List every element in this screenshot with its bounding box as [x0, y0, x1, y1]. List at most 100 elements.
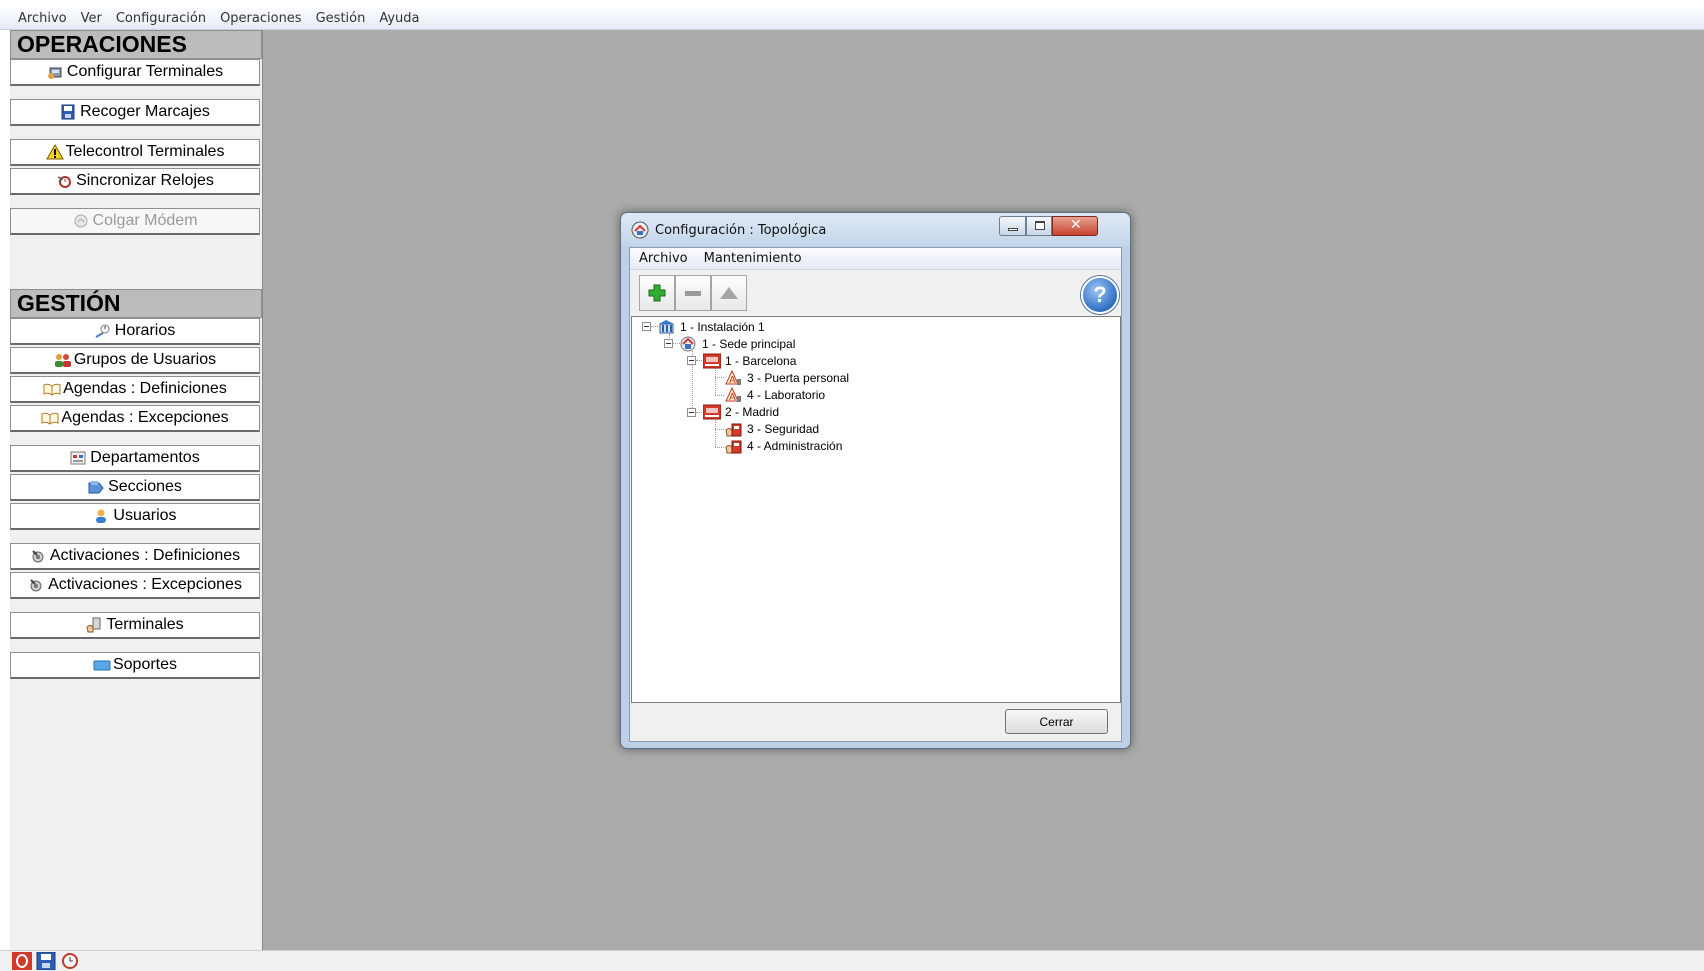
- activaciones-excepciones-button[interactable]: Activaciones : Excepciones: [10, 572, 260, 599]
- menu-operaciones[interactable]: Operaciones: [213, 11, 309, 26]
- tree-expander[interactable]: [642, 322, 651, 331]
- horarios-label: Horarios: [114, 322, 176, 339]
- tree-node-label: 4 - Administración: [747, 438, 843, 453]
- sincronizar-relojes-button[interactable]: Sincronizar Relojes: [10, 168, 260, 195]
- close-window-button[interactable]: ✕: [1052, 216, 1098, 236]
- agendas-definiciones-button[interactable]: Agendas : Definiciones: [10, 376, 260, 403]
- departamentos-button[interactable]: Departamentos: [10, 445, 260, 472]
- tree-node-instalacion[interactable]: 1 - Instalación 1: [658, 318, 765, 335]
- headquarters-icon: [680, 336, 697, 352]
- configurar-terminales-label: Configurar Terminales: [66, 63, 224, 80]
- menu-gestion[interactable]: Gestión: [309, 11, 373, 26]
- user-group-icon: [54, 352, 71, 368]
- tree-node-label: 3 - Puerta personal: [747, 370, 850, 385]
- minimize-icon: [1008, 228, 1018, 231]
- door-terminal-icon: A: [725, 386, 742, 403]
- app-window-icon: [631, 221, 649, 239]
- terminales-button[interactable]: Terminales: [10, 612, 260, 639]
- department-icon: [70, 450, 86, 466]
- tree-node-administracion[interactable]: 4 - Administración: [725, 437, 842, 454]
- configurar-terminales-button[interactable]: Configurar Terminales: [10, 59, 260, 86]
- menu-ayuda[interactable]: Ayuda: [372, 11, 426, 26]
- minimize-button[interactable]: [999, 216, 1026, 236]
- floppy-disk-icon: [60, 104, 76, 120]
- connection-status-icon: [12, 952, 32, 970]
- activaciones-excepciones-label: Activaciones : Excepciones: [48, 576, 242, 593]
- sidebar: OPERACIONES Configurar Terminales Recoge…: [10, 30, 262, 950]
- topology-config-dialog: Configuración : Topológica ✕ Archivo Man…: [620, 212, 1131, 749]
- telecontrol-terminales-button[interactable]: Telecontrol Terminales: [10, 139, 260, 166]
- secciones-label: Secciones: [108, 478, 182, 495]
- modem-icon: [73, 213, 89, 229]
- dialog-client-area: Archivo Mantenimiento ? 1 - Instalación …: [629, 247, 1122, 742]
- tree-node-sede-principal[interactable]: 1 - Sede principal: [680, 335, 795, 352]
- section-heading-operaciones: OPERACIONES: [10, 30, 262, 59]
- tree-connector: [651, 326, 658, 327]
- tree-connector: [715, 377, 724, 378]
- help-icon: ?: [1093, 282, 1107, 307]
- tree-connector: [696, 360, 702, 361]
- telecontrol-terminales-label: Telecontrol Terminales: [65, 143, 225, 160]
- tree-node-label: 1 - Sede principal: [702, 336, 796, 351]
- tree-node-label: 4 - Laboratorio: [747, 387, 826, 402]
- tree-node-barcelona[interactable]: 1 - Barcelona: [702, 352, 796, 369]
- dialog-footer: Cerrar: [630, 704, 1121, 741]
- sincronizar-relojes-label: Sincronizar Relojes: [76, 172, 214, 189]
- tree-connector: [696, 412, 702, 413]
- tree-expander[interactable]: [664, 339, 673, 348]
- tree-expander[interactable]: [687, 408, 696, 417]
- usuarios-button[interactable]: Usuarios: [10, 503, 260, 530]
- topology-tree[interactable]: 1 - Instalación 1 1 - Sede principal 1 -…: [631, 316, 1121, 703]
- status-bar: [0, 950, 1704, 971]
- tree-node-madrid[interactable]: 2 - Madrid: [702, 403, 780, 420]
- horarios-button[interactable]: Horarios: [10, 318, 260, 345]
- tree-connector: [715, 429, 724, 430]
- tree-connector: [715, 420, 716, 447]
- dialog-titlebar[interactable]: Configuración : Topológica ✕: [621, 213, 1130, 246]
- tree-node-laboratorio[interactable]: A 4 - Laboratorio: [725, 386, 825, 403]
- agenda-icon: [43, 381, 61, 397]
- tree-node-label: 2 - Madrid: [725, 404, 780, 419]
- clock-sync-icon: [56, 173, 72, 189]
- remove-node-button[interactable]: [675, 275, 711, 311]
- user-icon: [93, 508, 109, 524]
- colgar-modem-button[interactable]: Colgar Módem: [10, 208, 260, 235]
- departamentos-label: Departamentos: [90, 449, 200, 466]
- grupos-de-usuarios-button[interactable]: Grupos de Usuarios: [10, 347, 260, 374]
- maximize-button[interactable]: [1026, 216, 1052, 236]
- colgar-modem-label: Colgar Módem: [92, 212, 198, 229]
- tree-node-label: 3 - Seguridad: [747, 421, 820, 436]
- add-icon: [648, 284, 666, 302]
- tree-connector: [715, 447, 724, 448]
- activation-icon: [28, 577, 44, 593]
- agenda-icon: [41, 410, 59, 426]
- activation-icon: [30, 548, 46, 564]
- floppy-disk-icon: [36, 951, 56, 971]
- tree-connector: [715, 395, 724, 396]
- tree-node-seguridad[interactable]: 3 - Seguridad: [725, 420, 819, 437]
- schedule-icon: [95, 323, 111, 339]
- dialog-menu-mantenimiento[interactable]: Mantenimiento: [696, 251, 810, 266]
- dialog-menubar: Archivo Mantenimiento: [630, 248, 1121, 270]
- help-button[interactable]: ?: [1081, 276, 1119, 314]
- tree-node-puerta-personal[interactable]: A 3 - Puerta personal: [725, 369, 849, 386]
- activaciones-definiciones-button[interactable]: Activaciones : Definiciones: [10, 543, 260, 570]
- move-up-button[interactable]: [711, 275, 747, 311]
- tree-node-label: 1 - Instalación 1: [680, 319, 765, 334]
- tree-expander[interactable]: [687, 356, 696, 365]
- site-icon: [702, 404, 722, 420]
- agendas-excepciones-button[interactable]: Agendas : Excepciones: [10, 405, 260, 432]
- menu-configuracion[interactable]: Configuración: [109, 11, 213, 26]
- soportes-button[interactable]: Soportes: [10, 652, 260, 679]
- menu-archivo[interactable]: Archivo: [11, 11, 74, 26]
- dialog-menu-archivo[interactable]: Archivo: [631, 251, 696, 266]
- add-node-button[interactable]: [639, 275, 675, 311]
- cerrar-button[interactable]: Cerrar: [1005, 709, 1108, 734]
- installation-icon: [658, 319, 675, 335]
- recoger-marcajes-button[interactable]: Recoger Marcajes: [10, 99, 260, 126]
- menu-ver[interactable]: Ver: [74, 11, 109, 26]
- remove-icon: [685, 290, 701, 296]
- secciones-button[interactable]: Secciones: [10, 474, 260, 501]
- warning-icon: [45, 143, 64, 160]
- reader-terminal-icon: [725, 438, 742, 454]
